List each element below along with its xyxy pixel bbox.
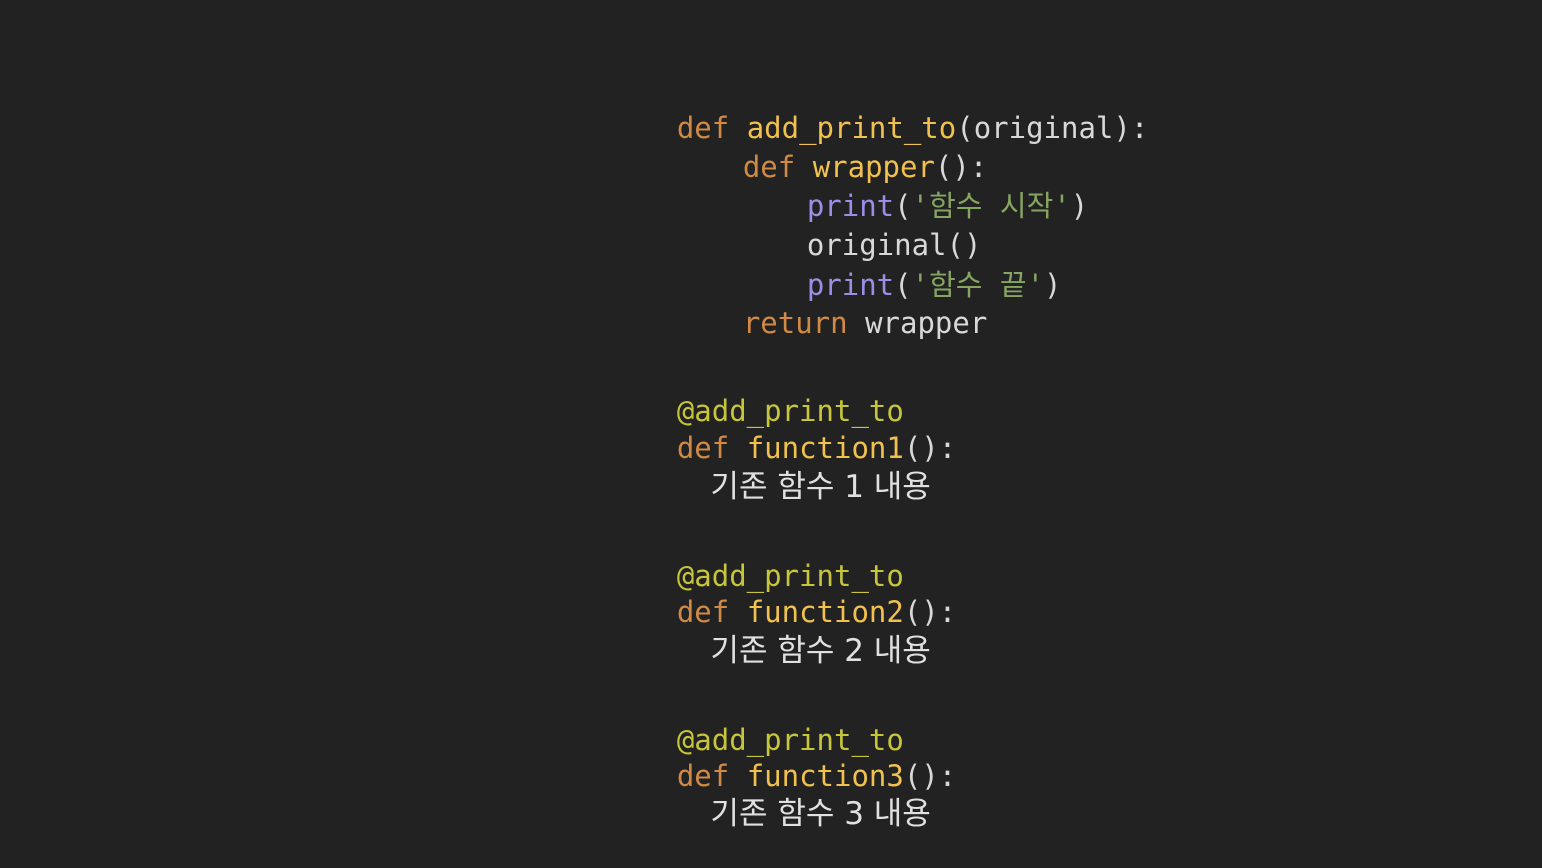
code-line-function-def: def function3():: [607, 722, 956, 793]
function-body-text: 기존 함수 3 내용: [710, 796, 931, 832]
code-line-decorator: @add_print_to: [607, 686, 904, 757]
punctuation: ): [1044, 268, 1062, 302]
code-line-decorator: @add_print_to: [607, 522, 904, 593]
code-line-print-end: print('함수 끝'): [737, 231, 1062, 302]
punctuation: ):: [1113, 111, 1149, 145]
parameter: original: [973, 111, 1114, 145]
code-line-return: return wrapper: [673, 269, 987, 340]
code-line-decorator-def: def add_print_to(original):: [607, 74, 1148, 145]
code-line-function-body: 기존 함수 1 내용: [671, 433, 930, 505]
function-body-text: 기존 함수 1 내용: [710, 469, 931, 505]
keyword-return: return: [742, 306, 848, 340]
code-line-function-def: def function2():: [607, 558, 956, 629]
function-body-text: 기존 함수 2 내용: [710, 633, 931, 669]
code-line-function-body: 기존 함수 2 내용: [671, 597, 930, 669]
code-line-wrapper-def: def wrapper():: [673, 113, 987, 184]
code-line-function-def: def function1():: [607, 394, 956, 465]
code-line-print-start: print('함수 시작'): [737, 152, 1088, 223]
code-slide: def add_print_to(original): def wrapper(…: [0, 0, 1542, 850]
punctuation: ): [1070, 189, 1089, 223]
code-line-decorator: @add_print_to: [607, 357, 904, 428]
code-line-function-body: 기존 함수 3 내용: [671, 760, 930, 832]
return-value: wrapper: [847, 306, 988, 340]
code-line-original-call: original(): [737, 191, 982, 262]
